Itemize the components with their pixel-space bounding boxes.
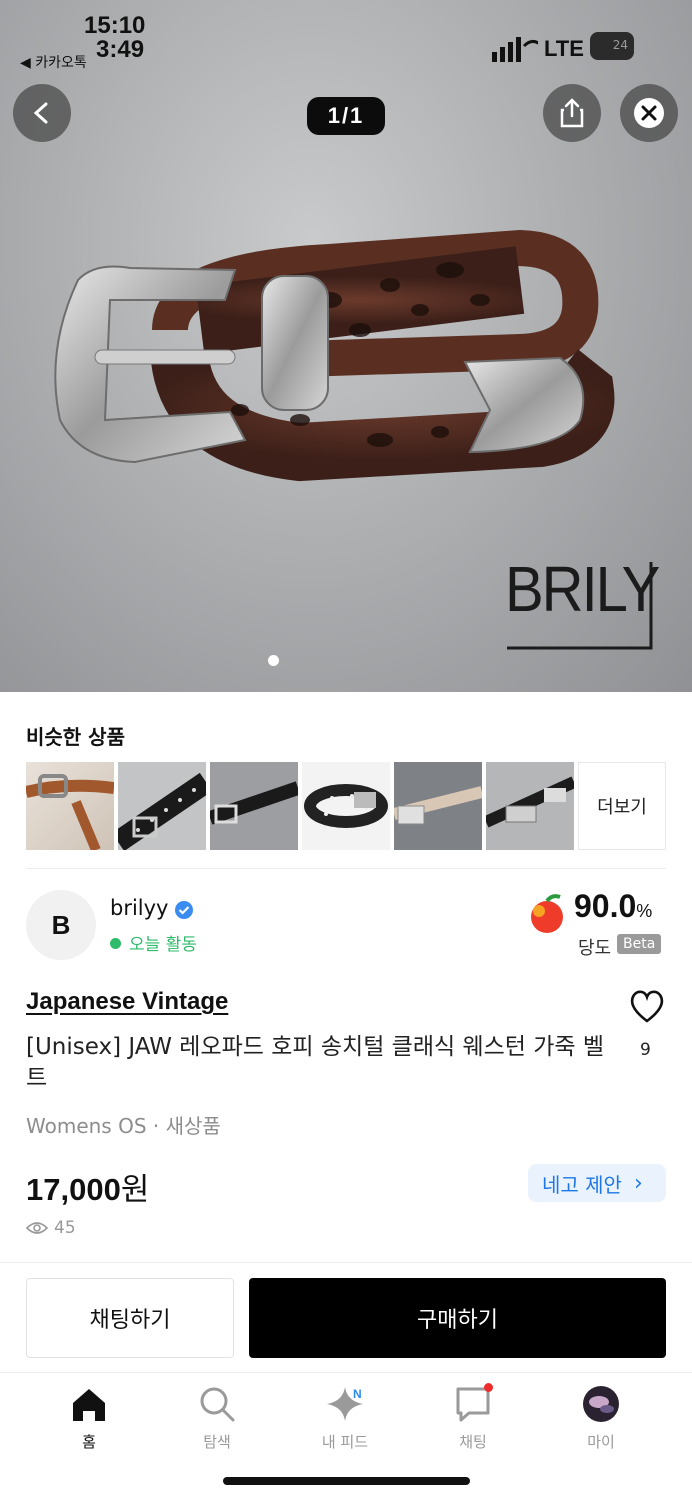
sweetness-fruit-icon <box>531 894 563 933</box>
sweetness-label: 당도 <box>578 938 612 959</box>
similar-item[interactable] <box>210 762 298 850</box>
similar-items-row <box>26 762 574 850</box>
chevron-right-icon: › <box>633 1170 643 1196</box>
tab-chat[interactable]: 채팅 <box>433 1383 513 1452</box>
search-icon <box>200 1387 235 1422</box>
close-button[interactable] <box>620 84 678 142</box>
similar-section-title: 비슷한 상품 <box>26 725 125 749</box>
like-count: 9 <box>640 1040 651 1060</box>
close-icon <box>634 98 664 128</box>
chat-button[interactable]: 채팅하기 <box>26 1278 234 1358</box>
see-more-button[interactable]: 더보기 <box>578 762 666 850</box>
share-button[interactable] <box>543 84 601 142</box>
similar-item[interactable] <box>486 762 574 850</box>
buy-button[interactable]: 구매하기 <box>249 1278 666 1358</box>
battery-icon: 24 <box>590 32 634 60</box>
product-meta: Womens OS · 새상품 <box>26 1114 221 1138</box>
product-photo[interactable]: 15:10 3:49 ◀ 카카오톡 LTE 24 1/1 BRILY <box>0 0 692 692</box>
seller-name[interactable]: brilyy <box>110 896 169 920</box>
brand-link[interactable]: Japanese Vintage <box>26 988 228 1016</box>
network-type: LTE <box>544 36 584 61</box>
clock-overlay: 3:49 <box>96 36 145 63</box>
signal-icon <box>492 37 538 62</box>
tab-home[interactable]: 홈 <box>49 1385 129 1452</box>
product-title: [Unisex] JAW 레오파드 호피 송치털 클래식 웨스턴 가죽 벨트 <box>26 1034 605 1091</box>
profile-avatar <box>583 1386 619 1422</box>
eye-icon <box>26 1222 48 1234</box>
similar-item[interactable] <box>394 762 482 850</box>
view-count: 45 <box>26 1218 76 1238</box>
status-bar: 15:10 3:49 ◀ 카카오톡 LTE 24 <box>0 0 692 80</box>
tab-explore[interactable]: 탐색 <box>177 1385 257 1452</box>
watermark-frame <box>507 562 653 650</box>
tab-my[interactable]: 마이 <box>561 1385 641 1452</box>
back-to-app-link[interactable]: ◀ 카카오톡 <box>20 52 87 72</box>
divider <box>0 1262 692 1263</box>
negotiate-button[interactable]: 네고 제안 › <box>528 1164 666 1202</box>
clock: 15:10 <box>84 12 146 39</box>
home-icon <box>73 1389 105 1421</box>
heart-icon[interactable] <box>628 988 666 1024</box>
tab-my-feed[interactable]: N 내 피드 <box>305 1385 385 1452</box>
beta-badge: Beta <box>617 934 662 954</box>
product-price: 17,000원 <box>26 1172 150 1207</box>
new-badge: N <box>353 1387 362 1401</box>
home-indicator <box>223 1477 470 1485</box>
back-button[interactable] <box>13 84 71 142</box>
seller-activity-status: 오늘 활동 <box>110 930 197 955</box>
share-icon <box>560 98 584 128</box>
page-indicator-dot <box>268 655 279 666</box>
chevron-left-icon <box>33 102 48 124</box>
similar-item[interactable] <box>302 762 390 850</box>
similar-item[interactable] <box>118 762 206 850</box>
notification-dot <box>484 1383 493 1392</box>
similar-item[interactable] <box>26 762 114 850</box>
verified-icon <box>175 901 193 919</box>
sweetness-score: 90.0% <box>574 888 653 924</box>
seller-avatar[interactable]: B <box>26 890 96 960</box>
image-counter: 1/1 <box>307 97 385 135</box>
divider <box>26 868 666 869</box>
